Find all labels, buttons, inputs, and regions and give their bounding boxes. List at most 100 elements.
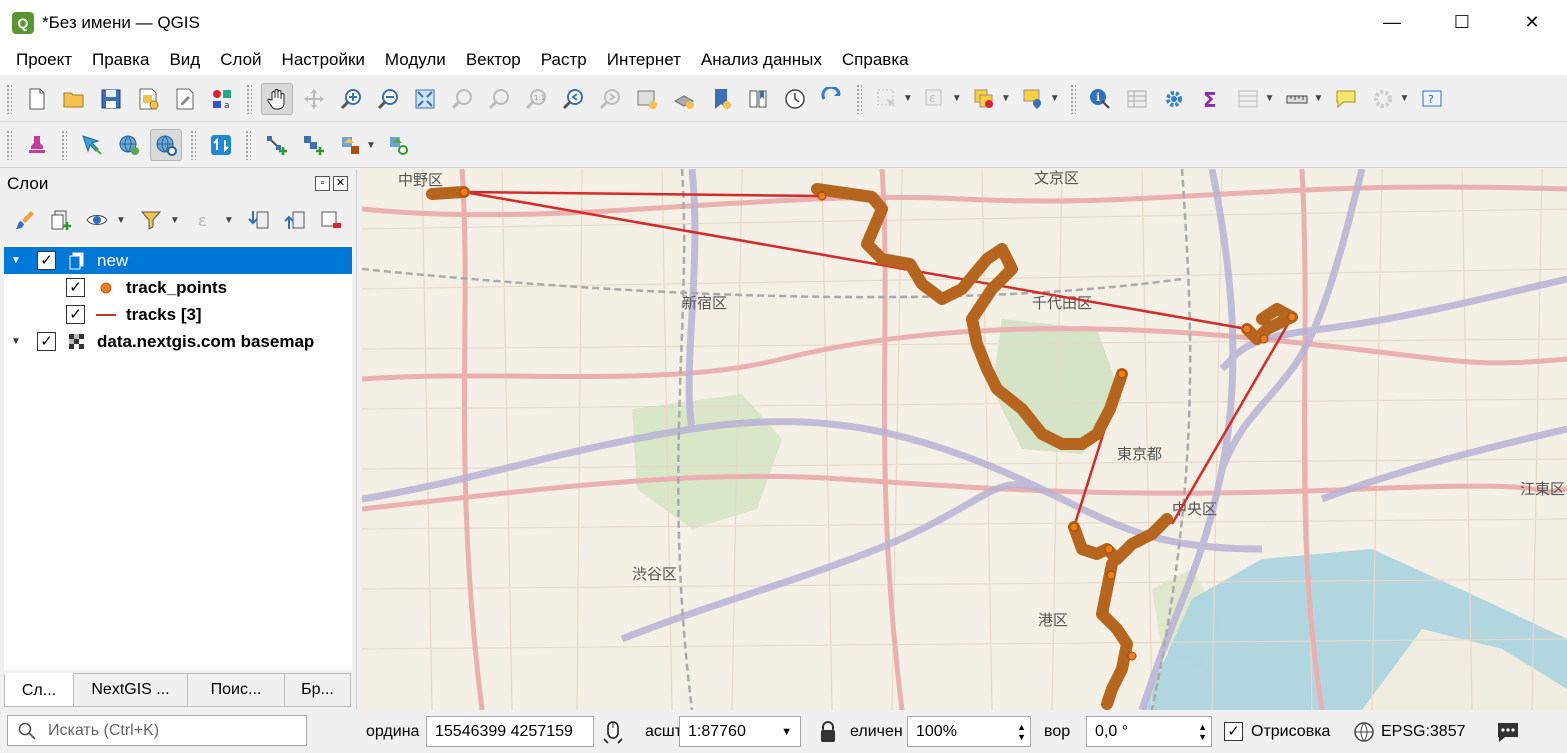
chevron-down-icon[interactable]: ▼ <box>170 215 180 226</box>
deselect-features-icon[interactable] <box>968 83 1000 115</box>
coordinate-field[interactable]: 15546399 4257159 <box>426 716 594 747</box>
tab-browser[interactable]: Бр... <box>284 673 351 707</box>
menu-web[interactable]: Интернет <box>597 50 691 70</box>
pan-hand-icon[interactable] <box>260 82 293 115</box>
chevron-down-icon[interactable]: ▼ <box>366 140 376 151</box>
select-features-icon[interactable] <box>871 83 903 115</box>
layout-manager-icon[interactable] <box>169 83 201 115</box>
toolbar-grip[interactable] <box>246 83 252 114</box>
toolbox-gear-icon[interactable] <box>1158 83 1190 115</box>
zoom-in-icon[interactable] <box>335 83 367 115</box>
rotation-spinbox[interactable]: 0,0 ° ▲ ▼ <box>1086 716 1212 747</box>
layer-checkbox[interactable]: ✓ <box>37 332 56 351</box>
open-project-icon[interactable] <box>58 83 90 115</box>
layer-checkbox[interactable]: ✓ <box>66 305 85 324</box>
spin-arrows-icon[interactable]: ▲ ▼ <box>1017 722 1026 742</box>
close-panel-icon[interactable]: ✕ <box>333 176 348 191</box>
menu-plugins[interactable]: Модули <box>375 50 456 70</box>
identify-features-icon[interactable]: i <box>1084 83 1116 115</box>
maximize-button[interactable]: ☐ <box>1427 0 1497 45</box>
filter-funnel-icon[interactable] <box>136 205 166 235</box>
new-bookmark-icon[interactable] <box>705 83 737 115</box>
lock-scale-icon[interactable] <box>818 715 838 748</box>
vector-layer-tool-icon[interactable] <box>334 129 366 161</box>
close-button[interactable]: ✕ <box>1497 0 1567 45</box>
tab-nextgis[interactable]: NextGIS ... <box>73 673 188 707</box>
add-layer-icon[interactable] <box>297 129 329 161</box>
layer-checkbox[interactable]: ✓ <box>37 251 56 270</box>
collapse-all-icon[interactable] <box>280 205 310 235</box>
new-3d-view-icon[interactable] <box>668 83 700 115</box>
show-bookmarks-icon[interactable] <box>742 83 774 115</box>
attribute-table-icon[interactable] <box>1121 83 1153 115</box>
temporal-controller-icon[interactable] <box>779 83 811 115</box>
chevron-down-icon[interactable]: ▼ <box>952 93 962 104</box>
zoom-full-icon[interactable] <box>409 83 441 115</box>
select-location-icon[interactable] <box>1017 83 1049 115</box>
undock-icon[interactable]: ▫ <box>315 176 330 191</box>
web-globe-icon[interactable] <box>113 129 145 161</box>
layer-row-basemap[interactable]: ▼ ✓ data.nextgis.com basemap <box>4 328 352 355</box>
chevron-down-icon[interactable]: ▼ <box>1314 93 1324 104</box>
toolbar-grip[interactable] <box>245 130 251 160</box>
new-print-layout-icon[interactable] <box>132 83 164 115</box>
add-vertex-icon[interactable] <box>260 129 292 161</box>
search-layer-icon[interactable] <box>382 129 414 161</box>
web-globe-search-icon[interactable] <box>149 129 182 161</box>
messages-icon[interactable] <box>1495 715 1521 748</box>
zoom-out-icon[interactable] <box>372 83 404 115</box>
minimize-button[interactable]: — <box>1357 0 1427 45</box>
menu-help[interactable]: Справка <box>832 50 919 70</box>
menu-view[interactable]: Вид <box>159 50 210 70</box>
chevron-down-icon[interactable]: ▼ <box>903 93 913 104</box>
locator-gear-icon[interactable] <box>1367 83 1399 115</box>
map-tips-icon[interactable] <box>1330 83 1362 115</box>
menu-vector[interactable]: Вектор <box>456 50 531 70</box>
help-whats-this-icon[interactable]: ? <box>1416 83 1448 115</box>
toolbar-grip[interactable] <box>190 130 196 160</box>
nextgis-sync-icon[interactable] <box>205 129 237 161</box>
tab-search[interactable]: Поис... <box>187 673 285 707</box>
new-project-icon[interactable] <box>21 83 53 115</box>
save-project-icon[interactable] <box>95 83 127 115</box>
chevron-down-icon[interactable]: ▼ <box>1399 93 1409 104</box>
chevron-down-icon[interactable]: ▼ <box>224 215 234 226</box>
chevron-down-icon[interactable]: ▼ <box>1265 93 1275 104</box>
zoom-native-icon[interactable]: 1:1 <box>520 83 552 115</box>
filter-expression-icon[interactable]: ε <box>190 205 220 235</box>
tab-layers[interactable]: Сл... <box>4 673 74 707</box>
menu-edit[interactable]: Правка <box>82 50 159 70</box>
new-map-view-icon[interactable] <box>631 83 663 115</box>
magnifier-spinbox[interactable]: 100% ▲ ▼ <box>907 716 1031 747</box>
crs-button[interactable]: EPSG:3857 <box>1353 715 1466 748</box>
zoom-to-selection-icon[interactable] <box>446 83 478 115</box>
add-group-icon[interactable] <box>46 205 76 235</box>
render-checkbox[interactable]: ✓ <box>1224 722 1243 741</box>
menu-settings[interactable]: Настройки <box>272 50 375 70</box>
stamp-icon[interactable] <box>21 129 53 161</box>
remove-layer-icon[interactable] <box>316 205 346 235</box>
expand-all-icon[interactable] <box>244 205 274 235</box>
map-svg[interactable]: 中野区 文京区 千代田区 新宿区 東京都 中央区 渋谷区 港区 江東区 <box>362 169 1567 710</box>
zoom-to-layer-icon[interactable] <box>483 83 515 115</box>
pan-to-selection-icon[interactable] <box>298 83 330 115</box>
layer-row-new[interactable]: ▼ ✓ new <box>4 247 352 274</box>
chevron-down-icon[interactable]: ▼ <box>1050 93 1060 104</box>
layer-row-tracks[interactable]: ✓ tracks [3] <box>4 301 352 328</box>
menu-processing[interactable]: Анализ данных <box>691 50 832 70</box>
layer-row-track-points[interactable]: ✓ track_points <box>4 274 352 301</box>
style-manager-icon[interactable]: a <box>206 83 238 115</box>
field-calculator-icon[interactable] <box>1232 83 1264 115</box>
locator-search-input[interactable]: Искать (Ctrl+K) <box>7 715 307 746</box>
visibility-eye-icon[interactable] <box>82 205 112 235</box>
spin-arrows-icon[interactable]: ▲ ▼ <box>1198 722 1207 742</box>
statistics-sigma-icon[interactable]: Σ <box>1195 83 1227 115</box>
map-canvas[interactable]: 中野区 文京区 千代田区 新宿区 東京都 中央区 渋谷区 港区 江東区 <box>362 169 1567 710</box>
select-by-expression-icon[interactable]: ε <box>919 83 951 115</box>
toolbar-grip[interactable] <box>6 130 12 160</box>
zoom-next-icon[interactable] <box>594 83 626 115</box>
toolbar-grip[interactable] <box>856 83 862 114</box>
toolbar-grip[interactable] <box>61 130 67 160</box>
toolbar-grip[interactable] <box>1069 83 1076 114</box>
style-brush-icon[interactable] <box>10 205 40 235</box>
